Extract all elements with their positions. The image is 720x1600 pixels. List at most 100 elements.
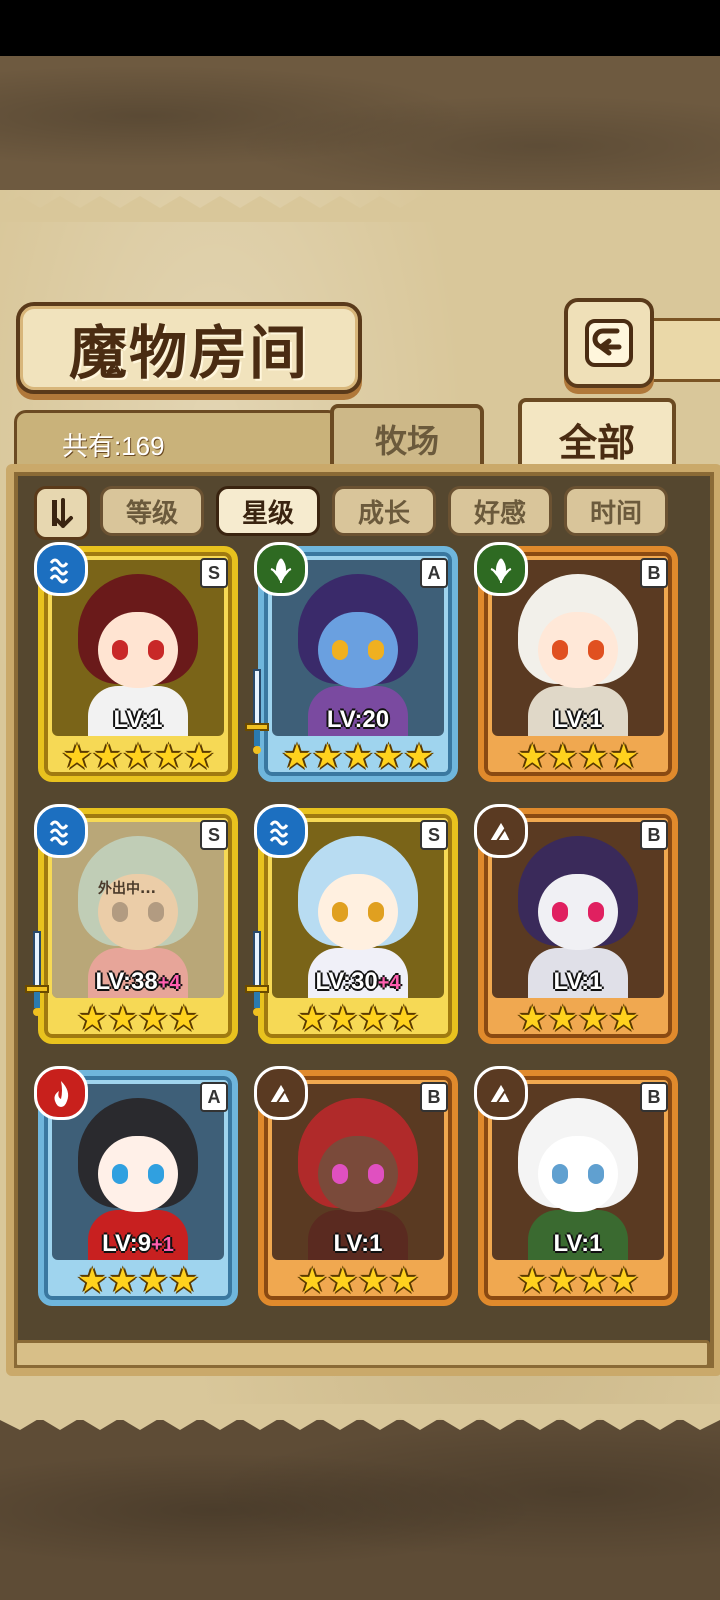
sort-order-icon [52, 498, 73, 528]
portrait-eye [112, 1164, 128, 1184]
earth-element-icon [254, 1066, 308, 1120]
back-button-strip [646, 318, 720, 382]
sort-by-time-button[interactable]: 时间 [564, 486, 668, 536]
portrait-eye [332, 1164, 348, 1184]
star-rating: ★★★★ [77, 999, 199, 1039]
earth-element-icon [474, 804, 528, 858]
grade-badge: B [640, 558, 668, 588]
level-bonus: +4 [157, 972, 181, 994]
level-label: LV:20 [258, 706, 458, 734]
monster-count: 共有:169 [62, 431, 165, 461]
grade-badge: B [640, 1082, 668, 1112]
star-rating: ★★★★ [297, 1261, 419, 1301]
star-rating: ★★★★ [297, 999, 419, 1039]
level-label: LV:1 [258, 1230, 458, 1258]
monster-card[interactable]: S LV:1 ★★★★★ [34, 542, 238, 782]
portrait-eye [368, 902, 384, 922]
level-value: LV:9 [102, 1230, 152, 1257]
level-label: LV:1 [478, 1230, 678, 1258]
water-element-icon [254, 804, 308, 858]
portrait-face [538, 1136, 618, 1212]
level-value: LV:1 [113, 706, 163, 733]
portrait-face [318, 1136, 398, 1212]
title-plate: 魔物房间 [16, 302, 362, 394]
level-value: LV:1 [553, 706, 603, 733]
monster-card[interactable]: B LV:1 ★★★★ [254, 1066, 458, 1306]
map-background-bottom [0, 1420, 720, 1600]
portrait-face [538, 874, 618, 950]
water-element-icon [34, 542, 88, 596]
star-rating: ★★★★★ [281, 737, 435, 777]
sort-by-level-button[interactable]: 等级 [100, 486, 204, 536]
monster-card[interactable]: 外出中... S LV:38+4 ★★★★ [25, 804, 238, 1044]
grade-badge: S [200, 558, 228, 588]
level-value: LV:20 [326, 706, 390, 733]
level-value: LV:1 [553, 1230, 603, 1257]
page-title: 魔物房间 [68, 319, 309, 387]
status-bar [0, 0, 720, 56]
portrait-eye [552, 902, 568, 922]
water-element-icon [34, 804, 88, 858]
grade-badge: A [200, 1082, 228, 1112]
star-rating: ★★★★ [517, 999, 639, 1039]
monster-card[interactable]: S LV:30+4 ★★★★ [245, 804, 458, 1044]
portrait-eye [112, 640, 128, 660]
portrait-face [538, 612, 618, 688]
return-arrow-icon [585, 319, 633, 367]
sort-by-affection-button[interactable]: 好感 [448, 486, 552, 536]
portrait-eye [588, 1164, 604, 1184]
level-label: LV:1 [38, 706, 238, 734]
grade-badge: A [420, 558, 448, 588]
level-label: LV:9+1 [38, 1230, 238, 1258]
grade-badge: B [420, 1082, 448, 1112]
portrait-face [318, 874, 398, 950]
portrait-eye [552, 1164, 568, 1184]
portrait-eye [332, 902, 348, 922]
portrait-eye [368, 1164, 384, 1184]
monster-card[interactable]: A LV:9+1 ★★★★ [34, 1066, 238, 1306]
star-rating: ★★★★ [517, 737, 639, 777]
level-label: LV:38+4 [38, 968, 238, 996]
grade-badge: S [200, 820, 228, 850]
portrait-face [98, 1136, 178, 1212]
away-status-label: 外出中... [98, 881, 156, 897]
portrait-eye [588, 902, 604, 922]
level-label: LV:1 [478, 706, 678, 734]
earth-element-icon [474, 1066, 528, 1120]
sort-by-growth-button[interactable]: 成长 [332, 486, 436, 536]
portrait-face [98, 612, 178, 688]
star-rating: ★★★★ [77, 1261, 199, 1301]
tab-ranch[interactable]: 牧场 [330, 404, 484, 470]
level-bonus: +4 [377, 972, 401, 994]
monster-card[interactable]: B LV:1 ★★★★ [474, 1066, 678, 1306]
sort-by-stars-button[interactable]: 星级 [216, 486, 320, 536]
portrait-face [318, 612, 398, 688]
monster-card[interactable]: B LV:1 ★★★★ [474, 804, 678, 1044]
portrait-eye [332, 640, 348, 660]
fire-element-icon [34, 1066, 88, 1120]
level-label: LV:1 [478, 968, 678, 996]
leaf-element-icon [254, 542, 308, 596]
back-button[interactable] [564, 298, 654, 388]
level-label: LV:30+4 [258, 968, 458, 996]
portrait-eye [368, 640, 384, 660]
level-value: LV:38 [95, 968, 158, 995]
portrait-eye [148, 1164, 164, 1184]
monster-card[interactable]: B LV:1 ★★★★ [474, 542, 678, 782]
grade-badge: S [420, 820, 448, 850]
torn-edge-top [0, 196, 720, 222]
sort-order-toggle[interactable] [34, 486, 90, 540]
panel-bottom-bar [14, 1340, 710, 1368]
monster-card[interactable]: A LV:20 ★★★★★ [245, 542, 458, 782]
portrait-eye [552, 640, 568, 660]
level-value: LV:1 [333, 1230, 383, 1257]
star-rating: ★★★★★ [61, 737, 215, 777]
map-background-top [0, 56, 720, 206]
grade-badge: B [640, 820, 668, 850]
leaf-element-icon [474, 542, 528, 596]
level-value: LV:1 [553, 968, 603, 995]
portrait-eye [588, 640, 604, 660]
portrait-eye [148, 640, 164, 660]
level-value: LV:30 [315, 968, 378, 995]
level-bonus: +1 [151, 1234, 174, 1256]
